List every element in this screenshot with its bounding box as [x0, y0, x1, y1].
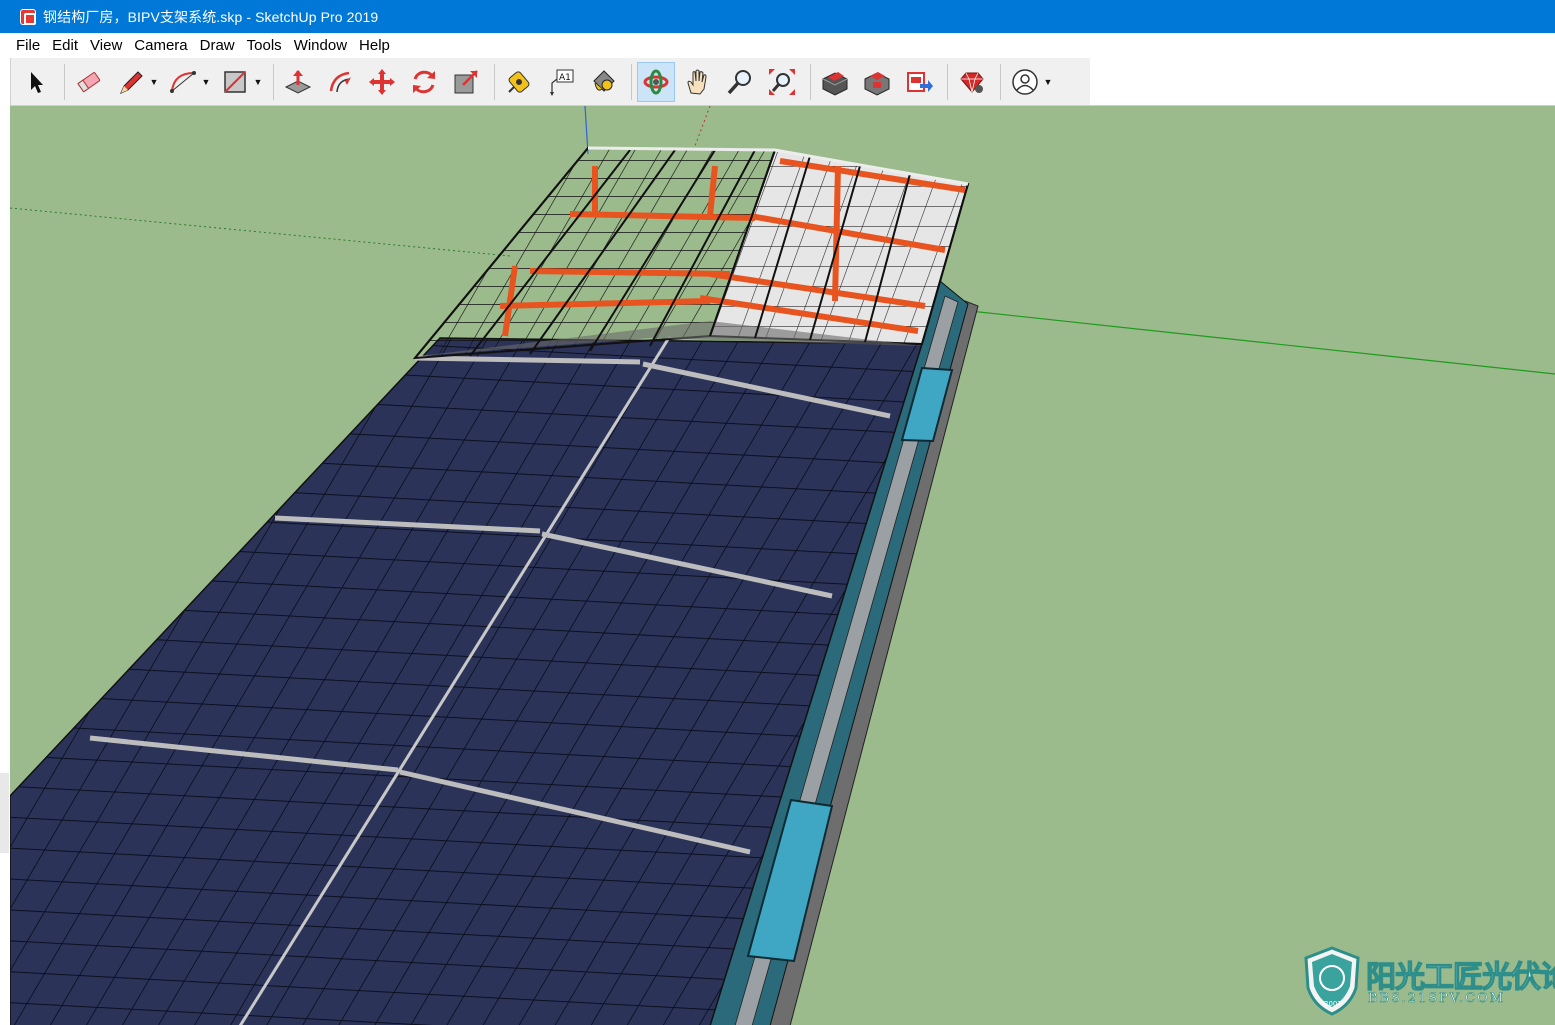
zoom-icon: [727, 69, 751, 94]
zoom-tool-button[interactable]: [721, 62, 759, 102]
menu-edit[interactable]: Edit: [46, 33, 84, 58]
arc-tool-button[interactable]: [164, 62, 202, 102]
sketchup-window: 钢结构厂房，BIPV支架系统.skp - SketchUp Pro 2019 F…: [0, 0, 1555, 1025]
zoom-extents-icon: [769, 68, 795, 95]
pan-icon: [687, 69, 707, 95]
extension-manager-icon: [960, 72, 984, 93]
orbit-tool-button[interactable]: [637, 61, 675, 102]
3d-warehouse-icon: [822, 71, 848, 96]
menu-bar: File Edit View Camera Draw Tools Window …: [0, 33, 1555, 58]
offset-icon: [329, 71, 351, 92]
getting-started-toolbar: ▼ ▼ ▼ A1 ▼: [10, 58, 1090, 105]
left-edge-stub: [0, 9, 8, 23]
eraser-icon: [77, 71, 101, 93]
paint-bucket-tool-button[interactable]: [584, 62, 622, 102]
text-tool-label: A1: [559, 73, 571, 83]
toolbar-separator: [810, 63, 811, 100]
paint-bucket-icon: [593, 69, 615, 92]
offset-tool-button[interactable]: [321, 62, 359, 102]
rotate-icon: [413, 70, 435, 93]
tape-measure-icon: [508, 70, 530, 93]
menu-draw[interactable]: Draw: [194, 33, 241, 58]
menu-help[interactable]: Help: [353, 33, 396, 58]
menu-view[interactable]: View: [84, 33, 128, 58]
toolbar-separator: [947, 63, 948, 100]
3d-warehouse-button[interactable]: [816, 62, 854, 102]
account-button[interactable]: [1006, 62, 1044, 102]
orbit-icon: [643, 69, 669, 94]
window-title: 钢结构厂房，BIPV支架系统.skp - SketchUp Pro 2019: [43, 8, 379, 25]
toolbar-empty-area: [1090, 58, 1555, 105]
menu-file[interactable]: File: [10, 33, 46, 58]
menu-window[interactable]: Window: [288, 33, 353, 58]
left-gutter: [0, 58, 10, 1025]
arc-icon: [170, 70, 196, 93]
pencil-line-icon: [120, 70, 143, 94]
move-icon: [369, 68, 395, 95]
account-icon: [1012, 68, 1038, 95]
push-pull-tool-button[interactable]: [279, 62, 317, 102]
extension-warehouse-button[interactable]: [858, 62, 896, 102]
watermark-url: BBS.21SPV.COM: [1368, 991, 1506, 1007]
toolbar-separator: [64, 63, 65, 100]
move-tool-button[interactable]: [363, 62, 401, 102]
toolbar-separator: [1000, 63, 1001, 100]
extension-warehouse-icon: [864, 71, 890, 96]
zoom-extents-tool-button[interactable]: [763, 62, 801, 102]
toolbar-separator: [494, 63, 495, 100]
rotate-tool-button[interactable]: [405, 62, 443, 102]
toolbar-separator: [631, 63, 632, 100]
forum-watermark: 2007 阳光工匠光伏论坛 BBS.21SPV.COM: [1300, 944, 1555, 1016]
shield-logo-icon: 2007: [1304, 946, 1360, 1016]
select-icon: [31, 71, 43, 93]
side-panel-stub: [0, 773, 9, 853]
sketchup-app-icon: [20, 8, 36, 25]
scale-icon: [454, 69, 478, 93]
line-tool-button[interactable]: [112, 62, 150, 102]
title-bar: 钢结构厂房，BIPV支架系统.skp - SketchUp Pro 2019: [0, 0, 1555, 33]
toolbar-separator: [273, 63, 274, 100]
rectangle-tool-button[interactable]: [216, 62, 254, 102]
menu-camera[interactable]: Camera: [128, 33, 193, 58]
select-tool-button[interactable]: [17, 62, 55, 102]
text-label-icon: A1: [550, 69, 574, 96]
model-viewport[interactable]: 2007 阳光工匠光伏论坛 BBS.21SPV.COM: [10, 105, 1555, 1025]
menu-tools[interactable]: Tools: [241, 33, 288, 58]
send-to-layout-button[interactable]: [900, 62, 938, 102]
text-tool-button[interactable]: A1: [542, 62, 580, 102]
watermark-year: 2007: [1324, 1000, 1342, 1008]
3d-scene[interactable]: [10, 106, 1555, 1025]
push-pull-icon: [284, 69, 312, 94]
send-to-layout-icon: [907, 71, 933, 92]
rectangle-shape-icon: [224, 70, 246, 93]
watermark-title: 阳光工匠光伏论坛: [1365, 959, 1555, 995]
eraser-tool-button[interactable]: [70, 62, 108, 102]
pan-tool-button[interactable]: [679, 62, 717, 102]
extension-manager-button[interactable]: [953, 62, 991, 102]
tape-measure-tool-button[interactable]: [500, 62, 538, 102]
scale-tool-button[interactable]: [447, 62, 485, 102]
